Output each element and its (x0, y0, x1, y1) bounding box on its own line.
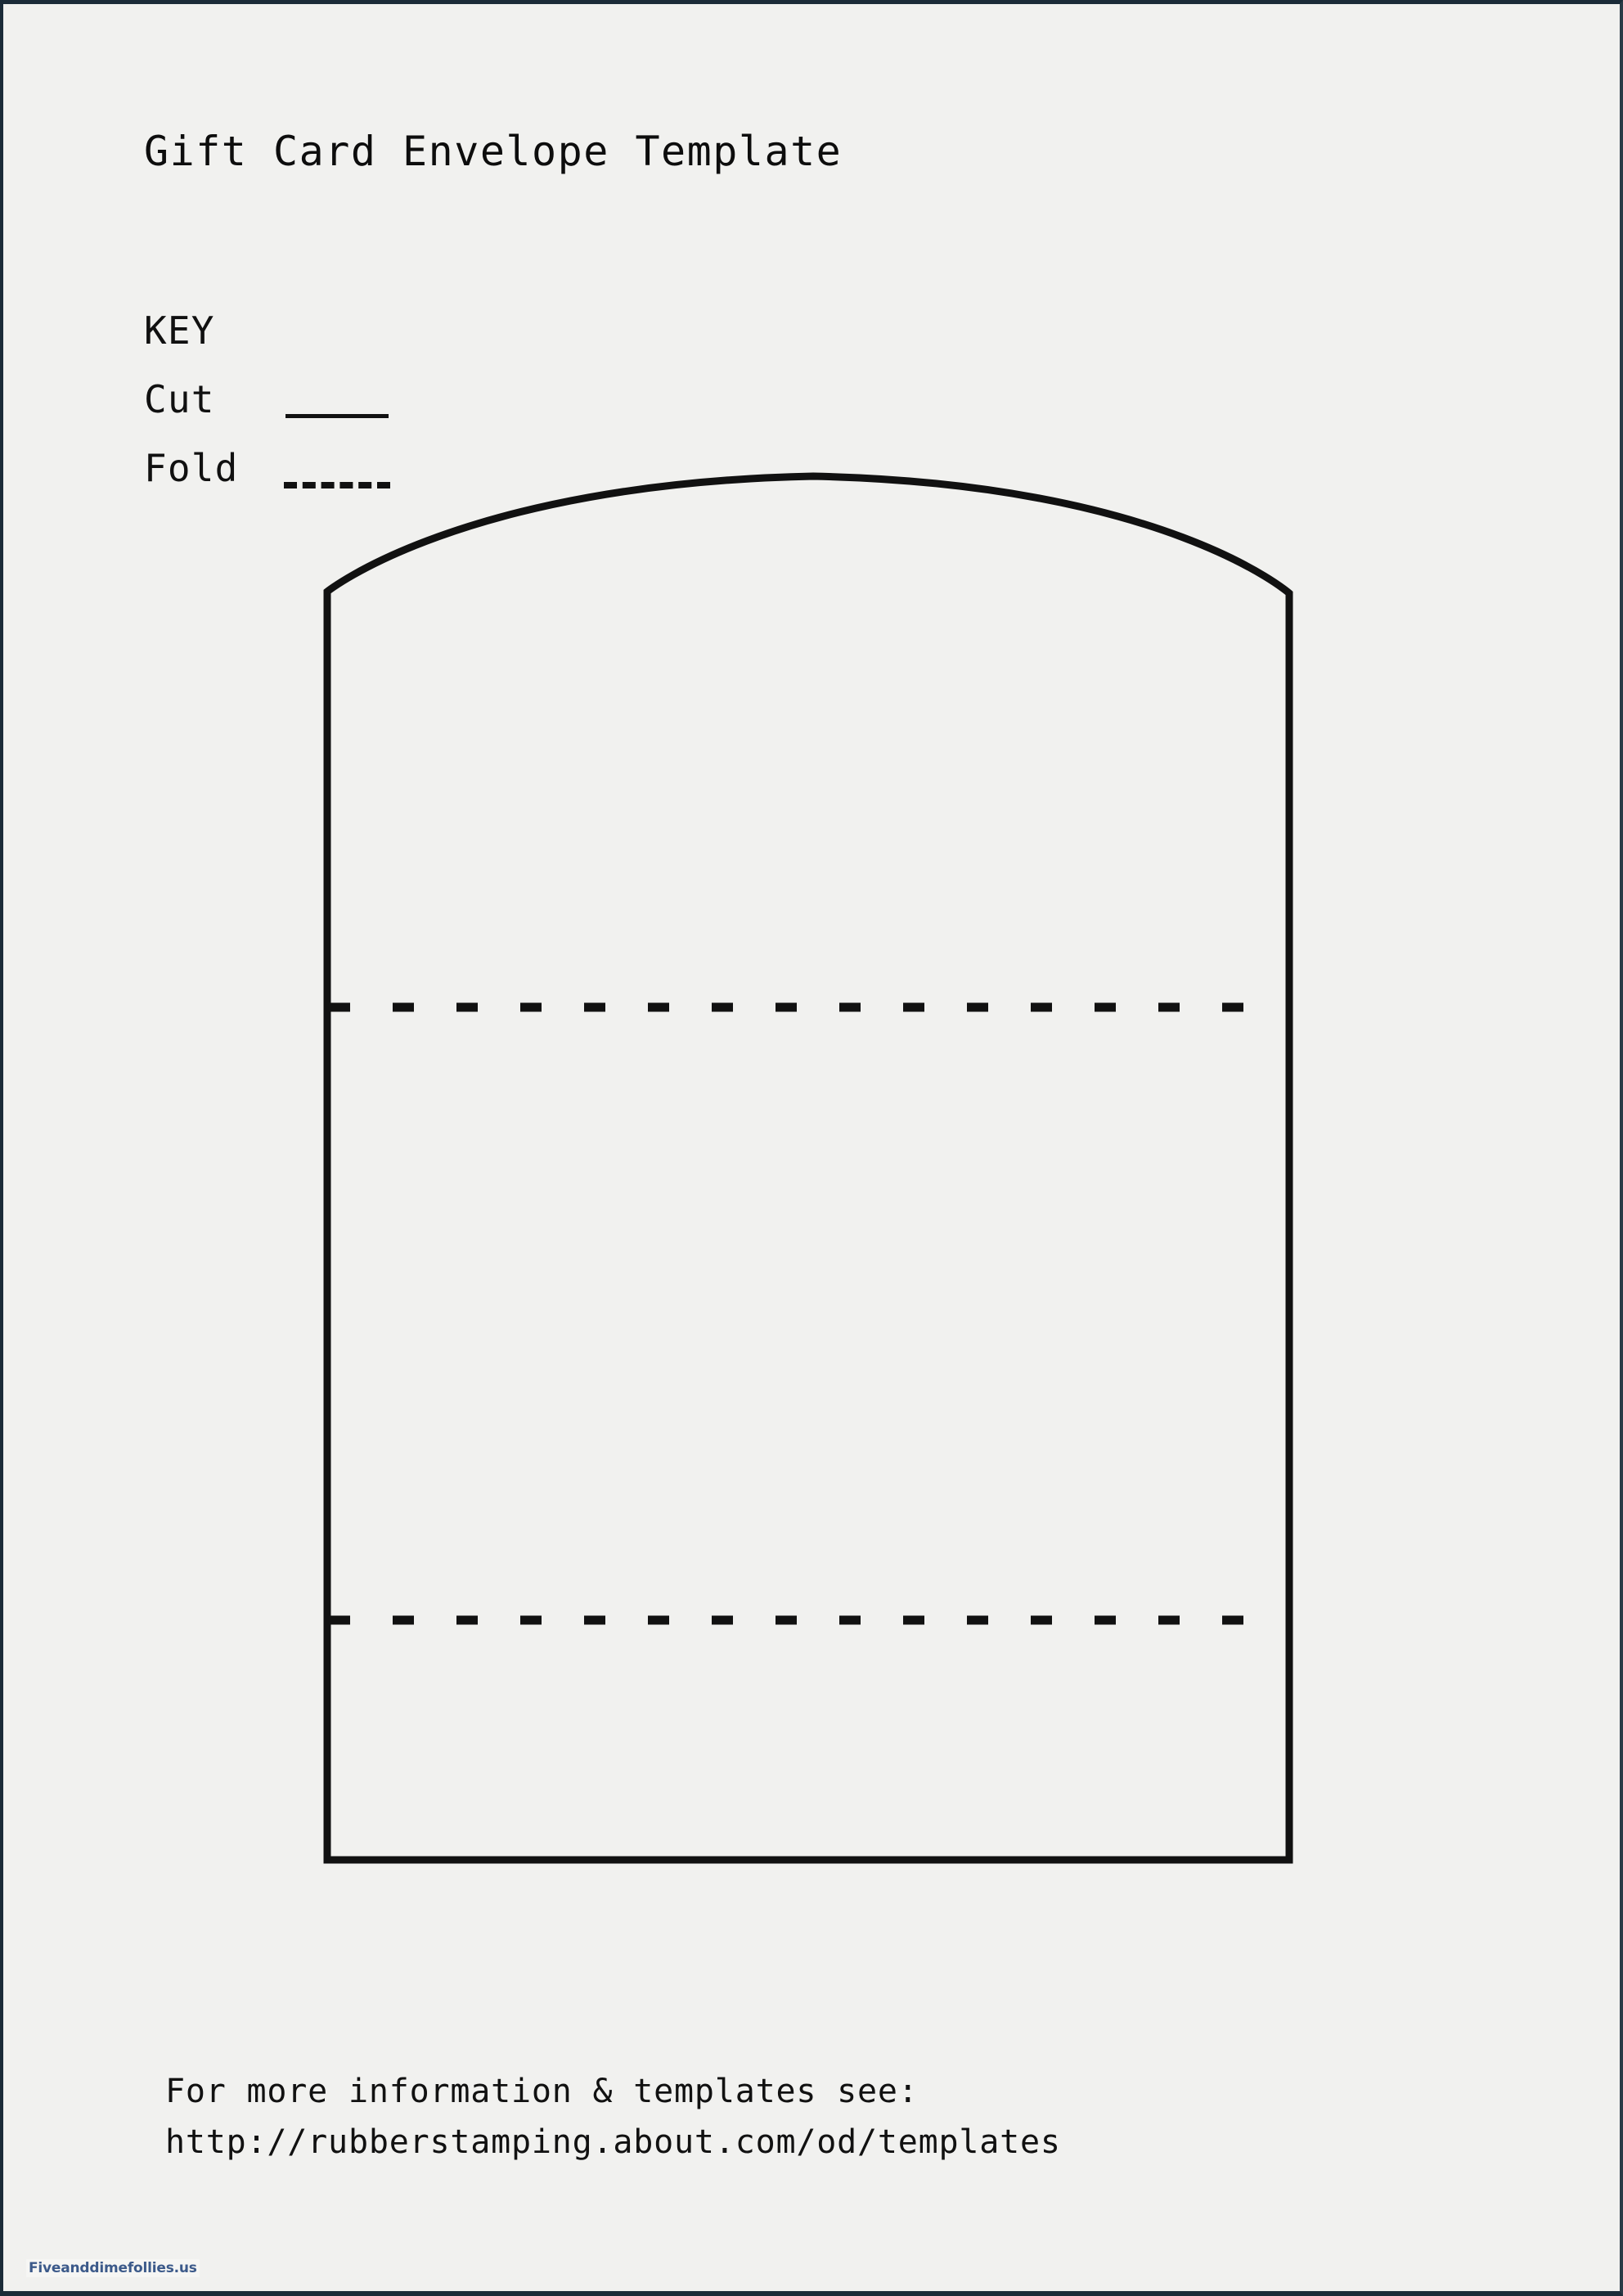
key-item-cut: Cut (144, 378, 717, 447)
page-title: Gift Card Envelope Template (144, 128, 843, 175)
key-item-cut-label: Cut (144, 377, 215, 421)
template-page: Gift Card Envelope Template KEY Cut Fold… (0, 0, 1623, 2296)
footer: For more information & templates see: ht… (165, 2066, 1061, 2168)
key-legend: KEY Cut Fold (144, 309, 717, 506)
footer-info-text: For more information & templates see: (165, 2073, 919, 2110)
key-heading: KEY (144, 308, 215, 353)
key-item-fold-label: Fold (144, 446, 239, 490)
key-heading-row: KEY (144, 309, 717, 378)
key-item-fold: Fold (144, 447, 717, 515)
footer-url: http://rubberstamping.about.com/od/templ… (165, 2123, 1061, 2161)
watermark: Fiveanddimefollies.us (26, 2259, 200, 2277)
fold-line-sample-icon (284, 482, 390, 488)
cut-line-sample-icon (285, 414, 389, 418)
